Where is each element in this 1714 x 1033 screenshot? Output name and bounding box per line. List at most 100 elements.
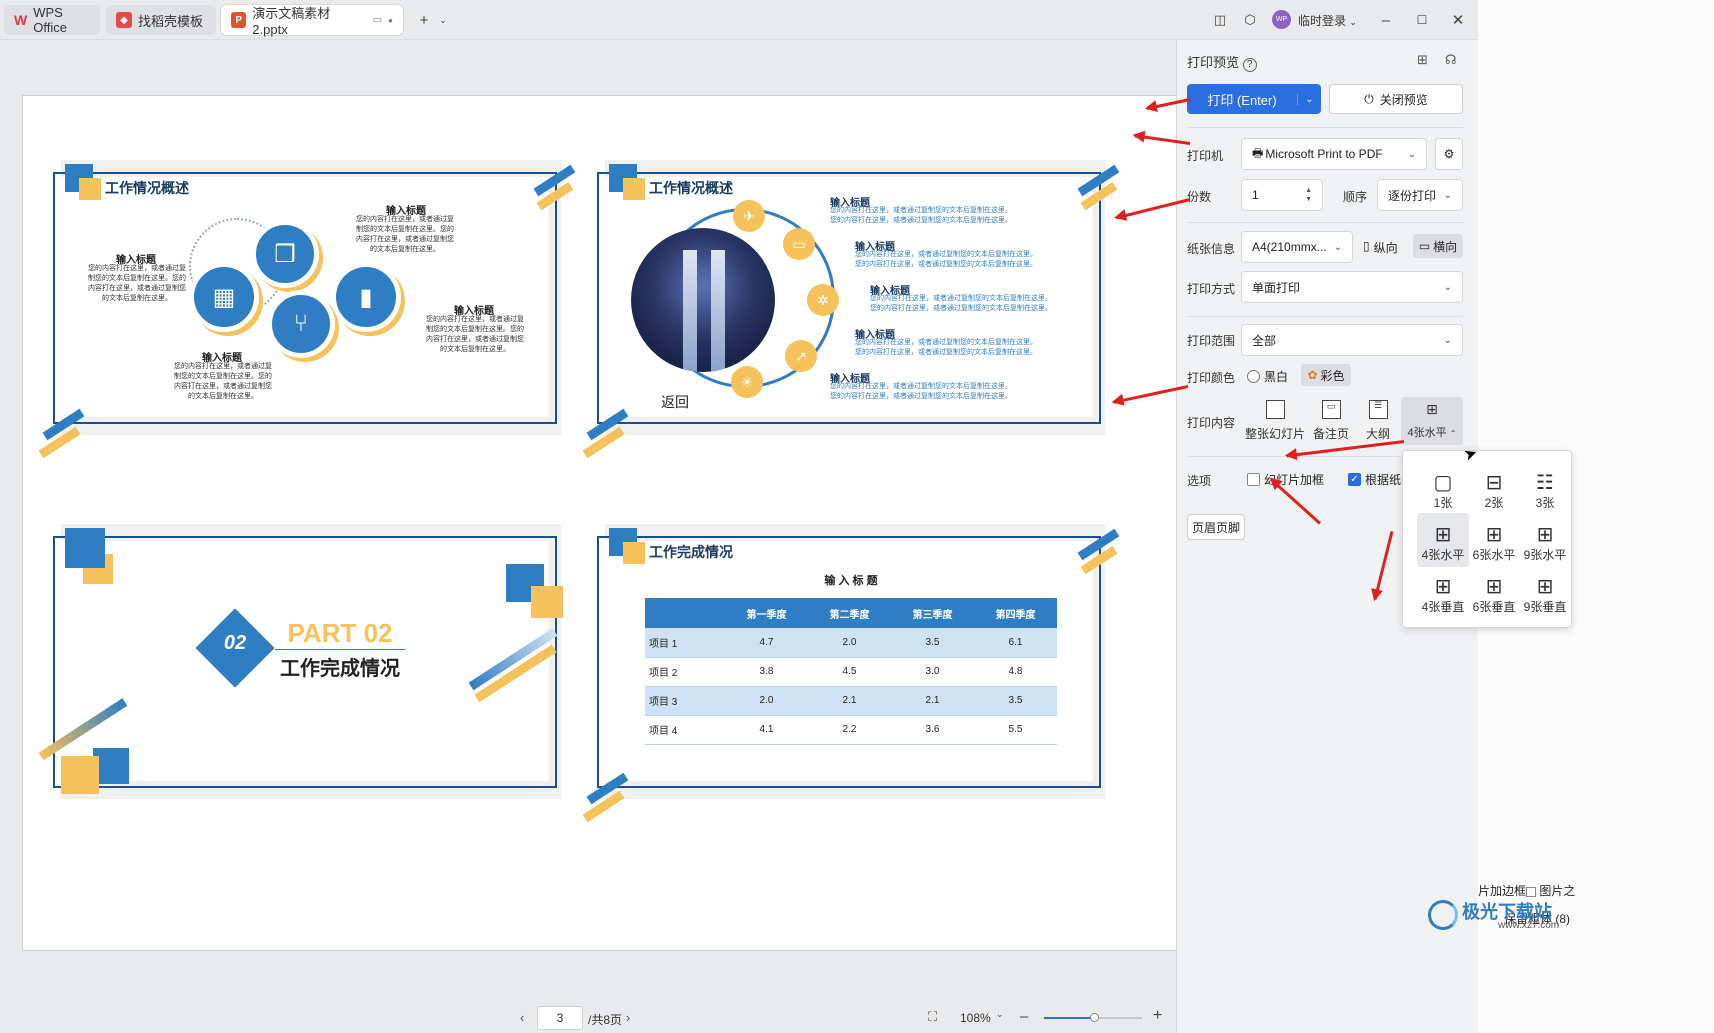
content-full-slide[interactable]: 整张幻灯片 (1245, 400, 1305, 442)
table-cell: 2.0 (725, 686, 808, 716)
layout-option-label: 9张垂直 (1523, 600, 1567, 614)
tab-docer-template[interactable]: ◆ 找稻壳模板 (106, 5, 216, 35)
close-window-icon[interactable]: ✕ (1448, 10, 1468, 30)
portrait-option[interactable]: ▯ 纵向 (1363, 239, 1398, 256)
zoom-slider-handle[interactable] (1090, 1013, 1099, 1022)
layout-grid-icon: ⊟ (1485, 472, 1503, 494)
print-range-select[interactable]: 全部 ⌄ (1241, 324, 1463, 356)
checkmark-icon: ✓ (1348, 473, 1361, 486)
paper-size-select[interactable]: A4(210mmx... ⌄ (1241, 231, 1353, 263)
print-range-value: 全部 (1252, 333, 1277, 348)
cube-icon[interactable]: ⬡ (1240, 10, 1260, 30)
options-label: 选项 (1187, 474, 1212, 488)
portrait-label: 纵向 (1373, 241, 1398, 255)
login-button[interactable]: 临时登录 ⌄ (1298, 12, 1357, 29)
header-footer-label: 页眉页脚 (1191, 520, 1240, 535)
copies-label: 份数 (1187, 190, 1212, 204)
layout-toggle-icon[interactable]: ⊞ (1417, 52, 1428, 68)
minimize-icon[interactable]: – (1376, 10, 1396, 30)
deco-square (623, 178, 645, 200)
layout-option[interactable]: ▢ 1张 (1417, 461, 1469, 515)
table-cell: 3.0 (891, 657, 974, 687)
order-select[interactable]: 逐份打印 ⌄ (1377, 179, 1463, 211)
back-link[interactable]: 返回 (661, 392, 689, 412)
printer-select[interactable]: 🖶 Microsoft Print to PDF ⌄ (1241, 138, 1427, 170)
slide-thumbnail-2: 工作情况概述 ✈ ▭ ✲ ↗ ☀ 输入标题 您的内容打在这里，或者通过复制您的文… (582, 160, 1145, 485)
color-bw-radio[interactable]: 黑白 (1247, 368, 1288, 385)
zoom-slider[interactable] (1044, 1013, 1142, 1022)
header-footer-button[interactable]: 页眉页脚 (1187, 514, 1245, 540)
print-mode-select[interactable]: 单面打印 ⌄ (1241, 271, 1463, 303)
stepper-arrows-icon[interactable]: ▲ ▼ (1305, 186, 1312, 204)
divider (1187, 127, 1463, 128)
grid-4-icon: ⊞ (1426, 401, 1438, 417)
monitor-icon[interactable]: ▭ (373, 15, 382, 26)
zoom-dropdown-icon[interactable]: ⌄ (996, 1009, 1004, 1020)
next-page-chevron-icon[interactable]: › (626, 1010, 630, 1025)
table-cell: 2.0 (808, 628, 891, 658)
printer-settings-button[interactable]: ⚙ (1435, 138, 1463, 170)
help-icon[interactable]: ? (1242, 58, 1257, 72)
zoom-slider-fill (1044, 1017, 1094, 1019)
color-color-radio[interactable]: ✿ 彩色 (1301, 364, 1351, 386)
tab-presentation[interactable]: P 演示文稿素材2.pptx ▭ ● (221, 5, 403, 37)
chart-up-icon: ↗ (785, 340, 817, 372)
copies-stepper[interactable]: 1 ▲ ▼ (1241, 179, 1323, 211)
point-text: 您的内容打在这里，或者通过复制您的文本后复制在这里。您的内容打在这里，或者通过复… (356, 216, 454, 253)
copies-value: 1 (1252, 188, 1259, 202)
print-dropdown-icon[interactable]: ⌄ (1297, 93, 1321, 105)
layout-option[interactable]: ⊞ 4张垂直 (1417, 565, 1469, 619)
zoom-out-icon[interactable]: – (1020, 1008, 1028, 1025)
tab-wps-office[interactable]: W WPS Office (4, 5, 100, 35)
point-text: 您的内容打在这里，或者通过复制您的文本后复制在这里。 (855, 261, 1037, 268)
avatar[interactable]: WP (1272, 10, 1291, 29)
maximize-icon[interactable]: ☐ (1412, 10, 1432, 30)
zoom-in-icon[interactable]: + (1153, 1007, 1162, 1025)
color-color-label: 彩色 (1320, 368, 1345, 383)
layout-option-label: 3张 (1535, 496, 1555, 510)
outline-icon: ☰ (1368, 400, 1388, 419)
chevron-down-icon: ⌄ (1443, 281, 1452, 293)
new-tab-icon[interactable]: + (414, 10, 434, 30)
layout-option[interactable]: ☷ 3张 (1519, 461, 1571, 515)
deco-square (531, 586, 563, 618)
tower-shape (711, 250, 725, 372)
point-text: 您的内容打在这里，或者通过复制您的文本后复制在这里。 (855, 251, 1037, 258)
section-number: 02 (223, 632, 247, 654)
tab-menu-chevron-icon[interactable]: ⌄ (433, 10, 453, 30)
close-preview-button[interactable]: ⏻ 关闭预览 (1329, 84, 1463, 114)
chevron-down-icon: ⌄ (1407, 148, 1416, 160)
fit-page-icon[interactable]: ⛶ (928, 1009, 937, 1025)
print-button[interactable]: 打印 (Enter) ⌄ (1187, 84, 1321, 114)
content-outline[interactable]: ☰ 大纲 (1366, 400, 1390, 442)
layout-option[interactable]: ⊞ 6张垂直 (1468, 565, 1520, 619)
content-notes-page[interactable]: ▭ 备注页 (1313, 400, 1349, 442)
chevron-up-icon: ⌃ (1449, 429, 1457, 438)
table-cell: 3.5 (974, 686, 1057, 716)
layout-option[interactable]: ⊟ 2张 (1468, 461, 1520, 515)
tab-label: WPS Office (33, 5, 67, 35)
network-icon: ✲ (807, 284, 839, 316)
divider (1187, 316, 1463, 317)
fit-paper-checkbox[interactable]: ✓ 根据纸 (1348, 471, 1401, 488)
table-cell: 4.5 (808, 657, 891, 687)
page-number-input[interactable]: 3 (537, 1006, 583, 1030)
layout-option[interactable]: ⊞ 9张垂直 (1519, 565, 1571, 619)
slide-title: 工作情况概述 (649, 180, 733, 196)
layout-option[interactable]: ⊞ 9张水平 (1519, 513, 1571, 567)
notes-page-icon: ▭ (1321, 400, 1341, 419)
slide-frame-checkbox[interactable]: 幻灯片加框 (1247, 471, 1324, 488)
sidebar-toggle-icon[interactable]: ◫ (1210, 10, 1230, 30)
paper-plane-icon: ✈ (733, 200, 765, 232)
headset-icon[interactable]: ☊ (1445, 52, 1457, 68)
content-4-horizontal[interactable]: ⊞ 4张水平 ⌃ (1401, 397, 1463, 445)
zoom-level[interactable]: 108% (960, 1011, 991, 1025)
layout-grid-icon: ⊞ (1536, 576, 1554, 598)
slide-thumbnail-4: 工作完成情况 输 入 标 题 第一季度 第二季度 第三季度 第四季度 项目 1 4.7 2… (582, 524, 1145, 849)
prev-page-chevron-icon[interactable]: ‹ (520, 1010, 524, 1025)
layout-option[interactable]: ⊞ 4张水平 (1417, 513, 1469, 567)
docer-icon: ◆ (116, 12, 132, 28)
landscape-option[interactable]: ▭ 横向 (1413, 234, 1463, 258)
layout-option[interactable]: ⊞ 6张水平 (1468, 513, 1520, 567)
layout-option-label: 4张水平 (1421, 548, 1465, 562)
